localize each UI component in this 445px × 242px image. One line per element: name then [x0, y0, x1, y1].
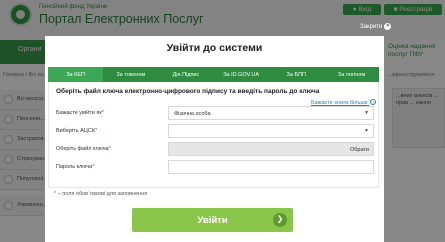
tab-login[interactable]: За логіном — [324, 67, 379, 82]
login-as-select[interactable]: Фізична особа ▼ — [168, 106, 374, 120]
acsk-row: Виберіть АЦСК* ▼ — [56, 124, 376, 139]
close-icon: ✕ — [384, 23, 392, 30]
submit-login-label: Увійти — [197, 214, 228, 226]
key-file-label: Оберіть файл ключа* — [56, 146, 111, 152]
login-as-label: Бажаєте увійти як* — [56, 110, 104, 116]
password-row: Пароль ключа* — [56, 160, 376, 175]
tab-id-gov-ua[interactable]: За ID.GOV.UA — [214, 67, 269, 82]
kep-instruction: Оберіть файл ключа електронно-цифрового … — [56, 88, 320, 95]
password-label: Пароль ключа* — [56, 164, 95, 170]
modal-title: Увійти до системи — [166, 42, 263, 54]
tab-token[interactable]: За токеном — [103, 67, 158, 82]
modal-close-button[interactable]: Закрити ✕ — [360, 23, 392, 30]
learn-more-link[interactable]: Бажаєте знати більше ? — [311, 99, 377, 106]
submit-login-button[interactable]: Увійти ❯ — [132, 208, 293, 232]
browse-button[interactable]: Обрати — [350, 147, 369, 153]
login-method-tabs: За КЕП За токеном Дія.Підпис За ID.GOV.U… — [48, 67, 379, 82]
key-file-input[interactable]: Обрати — [168, 142, 374, 156]
required-fields-note: * – поля обов`язкові для заповнення — [54, 191, 148, 197]
kep-login-panel: Оберіть файл ключа електронно-цифрового … — [48, 82, 379, 188]
tab-kep[interactable]: За КЕП — [48, 67, 104, 82]
tab-diia-signature[interactable]: Дія.Підпис — [158, 67, 213, 82]
chevron-down-icon: ▼ — [364, 110, 369, 116]
acsk-label: Виберіть АЦСК* — [56, 128, 98, 134]
acsk-select[interactable]: ▼ — [168, 124, 374, 138]
help-icon: ? — [370, 99, 377, 105]
tab-bpp[interactable]: За БПП — [269, 67, 324, 82]
login-as-row: Бажаєте увійти як* Фізична особа ▼ — [56, 106, 376, 121]
chevron-down-icon: ▼ — [364, 128, 369, 134]
key-file-row: Оберіть файл ключа* Обрати — [56, 142, 376, 157]
key-password-input[interactable] — [168, 160, 374, 174]
login-as-value: Фізична особа — [174, 111, 211, 117]
arrow-right-icon: ❯ — [273, 213, 287, 227]
modal-close-label: Закрити — [360, 23, 383, 30]
